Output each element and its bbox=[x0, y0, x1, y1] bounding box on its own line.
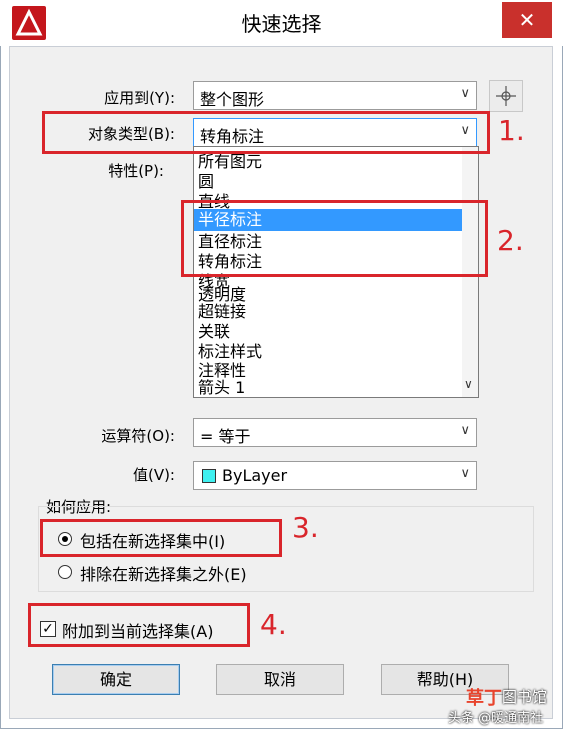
annotation-box-4 bbox=[28, 603, 250, 647]
operator-label: 运算符(O): bbox=[101, 427, 175, 445]
watermark-credit: 头条 @暖通南社 bbox=[448, 711, 544, 726]
list-item[interactable]: 箭头 1 bbox=[194, 377, 462, 397]
chevron-down-icon[interactable]: ∨ bbox=[464, 377, 473, 391]
list-item[interactable]: 关联 bbox=[194, 321, 462, 343]
annotation-label-3: 3. bbox=[292, 511, 319, 544]
annotation-box-2 bbox=[181, 200, 488, 277]
watermark-site: 图书馆 bbox=[502, 688, 548, 706]
exclude-label[interactable]: 排除在新选择集之外(E) bbox=[80, 561, 247, 585]
select-objects-button[interactable] bbox=[489, 80, 523, 112]
list-item[interactable]: 超链接 bbox=[194, 301, 462, 323]
annotation-label-2: 2. bbox=[497, 224, 524, 257]
chevron-down-icon: ∨ bbox=[460, 423, 470, 438]
value-value: ByLayer bbox=[222, 466, 288, 485]
cancel-button[interactable]: 取消 bbox=[216, 664, 344, 695]
annotation-label-1: 1. bbox=[498, 114, 525, 147]
apply-to-select[interactable]: 整个图形 ∨ bbox=[193, 81, 477, 110]
properties-label: 特性(P): bbox=[108, 162, 164, 180]
apply-to-value: 整个图形 bbox=[200, 90, 265, 109]
value-label: 值(V): bbox=[132, 466, 175, 484]
chevron-down-icon: ∨ bbox=[460, 86, 470, 101]
window-title: 快速选择 bbox=[241, 12, 322, 36]
list-item[interactable]: 所有图元 bbox=[194, 151, 462, 173]
color-swatch bbox=[202, 469, 216, 483]
annotation-label-4: 4. bbox=[260, 608, 287, 641]
close-button[interactable]: ✕ bbox=[502, 2, 552, 38]
title-bar: 快速选择 ✕ bbox=[0, 0, 563, 46]
ok-button[interactable]: 确定 bbox=[52, 664, 180, 695]
value-select[interactable]: ByLayer ∨ bbox=[193, 461, 477, 490]
operator-value: = 等于 bbox=[200, 427, 251, 446]
crosshair-icon bbox=[496, 86, 516, 106]
annotation-box-1 bbox=[42, 111, 490, 154]
annotation-box-3 bbox=[40, 519, 282, 557]
list-item[interactable]: 圆 bbox=[194, 171, 462, 193]
exclude-radio[interactable] bbox=[58, 565, 72, 579]
chevron-down-icon: ∨ bbox=[460, 466, 470, 481]
operator-select[interactable]: = 等于 ∨ bbox=[193, 418, 477, 447]
apply-to-label: 应用到(Y): bbox=[104, 89, 175, 107]
